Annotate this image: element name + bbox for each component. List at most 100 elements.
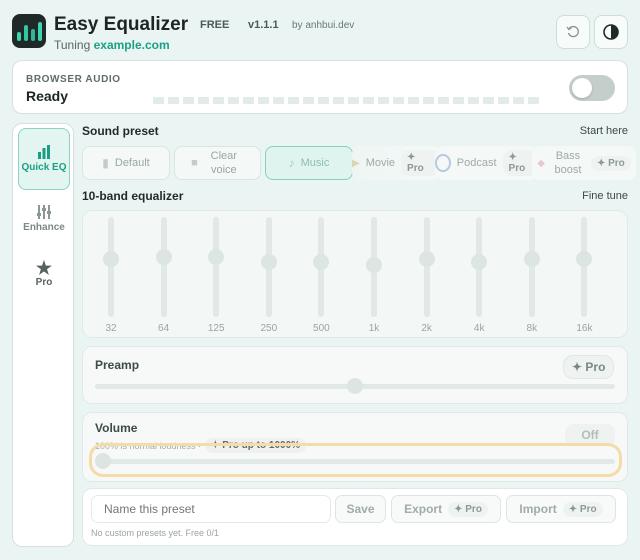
browser-audio-label: BROWSER AUDIO — [26, 74, 121, 85]
preset-movie[interactable]: ▶ Movie ✦ Pro — [352, 146, 440, 180]
volume-label: Volume — [95, 421, 138, 435]
eq-band-track[interactable] — [160, 217, 167, 317]
import-button[interactable]: Import ✦ Pro — [506, 495, 616, 523]
preset-label: Default — [114, 157, 150, 169]
eq-band-slider[interactable] — [102, 217, 120, 317]
pro-badge: ✦ Pro — [562, 501, 603, 517]
import-label: Import — [519, 502, 557, 516]
custom-preset-footnote: No custom presets yet. Free 0/1 — [91, 528, 220, 538]
pro-badge: ✦ Pro — [590, 155, 631, 171]
eq-band-slider[interactable] — [260, 217, 278, 317]
eq-band-slider[interactable] — [155, 217, 173, 317]
version-label: v1.1.1 — [248, 19, 279, 31]
tab-quick-eq-label: Quick EQ — [21, 161, 67, 173]
eq-band-thumb[interactable] — [418, 251, 435, 267]
tuning-line: Tuning example.com — [54, 38, 170, 52]
reset-icon — [566, 25, 579, 38]
eq-band-freq: 250 — [260, 323, 278, 334]
eq-band-freq: 8k — [526, 323, 538, 334]
preset-music[interactable]: ♪ Music — [265, 146, 353, 180]
podcast-icon — [435, 154, 451, 172]
volume-slider-thumb[interactable] — [95, 453, 111, 469]
music-note-icon: ♪ — [288, 156, 295, 170]
tuning-prefix: Tuning — [54, 38, 91, 52]
preamp-label: Preamp — [95, 358, 140, 372]
eq-band-track[interactable] — [528, 217, 535, 317]
equalizer-panel: 32 64 125 250 500 1k 2k 4k 8k 16k — [82, 210, 628, 338]
eq-band-freq: 500 — [313, 323, 330, 334]
tab-enhance[interactable]: Enhance — [18, 188, 70, 250]
eq-band-freq: 4k — [473, 323, 485, 334]
volume-slider-track[interactable] — [95, 459, 615, 464]
preset-label: Movie — [365, 157, 396, 169]
export-label: Export — [404, 502, 443, 516]
preset-name-input[interactable] — [91, 495, 331, 523]
eq-band-slider[interactable] — [470, 217, 488, 317]
preset-clear-voice[interactable]: ■ Clear voice — [174, 146, 261, 180]
reset-button[interactable] — [556, 15, 590, 49]
app-title: Easy Equalizer — [54, 14, 189, 35]
eq-band-thumb[interactable] — [366, 257, 382, 273]
equalizer-title: 10-band equalizer — [82, 189, 184, 203]
chat-icon: ■ — [191, 157, 198, 169]
eq-band-freq: 16k — [576, 323, 593, 334]
save-button[interactable]: Save — [335, 495, 386, 523]
level-meter — [153, 97, 539, 104]
preset-podcast[interactable]: Podcast ✦ Pro — [435, 146, 538, 180]
eq-band-slider[interactable] — [365, 217, 383, 317]
preset-default[interactable]: ▮ Default — [82, 146, 170, 180]
eq-band-slider[interactable] — [418, 217, 436, 317]
app-logo — [12, 14, 46, 48]
star-icon: ★ — [35, 257, 53, 278]
pro-badge: ✦ Pro — [448, 501, 488, 517]
bass-icon: ◆ — [537, 157, 545, 169]
eq-band-track[interactable] — [581, 217, 588, 317]
preset-bass-boost[interactable]: ◆ Bass boost ✦ Pro — [532, 146, 636, 180]
volume-card: Volume 100% is normal loudness · ✦ Pro u… — [82, 412, 628, 482]
preamp-pro-badge[interactable]: ✦ Pro — [563, 355, 615, 379]
eq-band-track[interactable] — [423, 217, 430, 317]
eq-band-thumb[interactable] — [576, 251, 593, 267]
eq-band-freq: 2k — [421, 323, 432, 334]
preset-label: Bass boost — [554, 150, 582, 176]
equalizer-hint: Fine tune — [582, 190, 628, 202]
custom-preset-card: Save Export ✦ Pro Import ✦ Pro No custom p… — [82, 488, 628, 546]
tab-pro-label: Pro — [35, 276, 53, 288]
eq-band-thumb[interactable] — [103, 251, 119, 267]
eq-band-slider[interactable] — [207, 217, 225, 317]
eq-band-thumb[interactable] — [471, 254, 488, 270]
contrast-icon — [603, 24, 619, 40]
export-button[interactable]: Export ✦ Pro — [391, 495, 501, 523]
theme-toggle-button[interactable] — [594, 15, 628, 49]
eq-band-slider[interactable] — [312, 217, 330, 317]
eq-band-freq: 125 — [207, 323, 225, 334]
eq-band-thumb[interactable] — [260, 254, 277, 270]
eq-band-slider[interactable] — [523, 217, 541, 317]
eq-band-thumb[interactable] — [208, 249, 225, 265]
eq-band-thumb[interactable] — [313, 254, 330, 270]
preamp-slider-thumb[interactable] — [347, 378, 363, 394]
eq-band-thumb[interactable] — [155, 249, 172, 265]
preset-label: Podcast — [456, 157, 497, 169]
bars-icon: ▮ — [102, 156, 109, 170]
preamp-card: Preamp ✦ Pro — [82, 346, 628, 404]
eq-band-slider[interactable] — [575, 217, 593, 317]
eq-band-track[interactable] — [213, 217, 220, 317]
sound-preset-title: Sound preset — [82, 124, 159, 138]
tab-pro[interactable]: ★ Pro — [18, 244, 70, 306]
bars-icon — [38, 144, 50, 159]
preset-label: Music — [300, 157, 330, 169]
tab-quick-eq[interactable]: Quick EQ — [18, 128, 70, 190]
tuning-site: example.com — [93, 38, 170, 52]
sliders-icon — [37, 204, 51, 219]
play-icon: ▶ — [352, 157, 360, 169]
eq-band-freq: 32 — [105, 323, 117, 334]
browser-audio-card: BROWSER AUDIO Ready — [12, 60, 628, 114]
browser-audio-toggle[interactable] — [569, 75, 615, 101]
eq-band-thumb[interactable] — [523, 251, 540, 267]
browser-audio-status: Ready — [26, 88, 69, 104]
save-label: Save — [346, 502, 375, 516]
eq-band-freq: 64 — [158, 323, 170, 334]
eq-band-track[interactable] — [108, 217, 114, 317]
sidebar: Quick EQ Enhance ★ Pro — [12, 123, 74, 547]
